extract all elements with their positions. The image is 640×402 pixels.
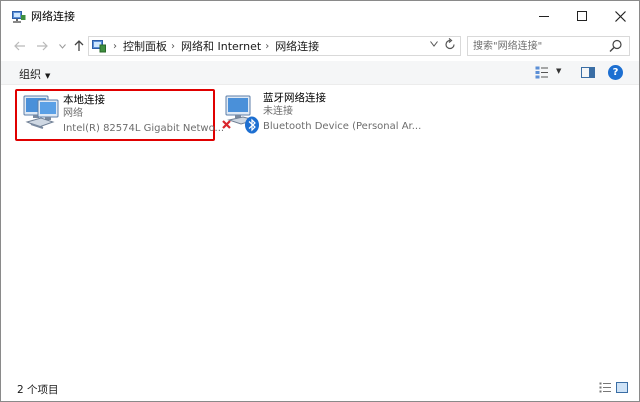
caret-down-icon: ▼ (45, 72, 51, 80)
breadcrumb-separator-icon[interactable]: › (113, 41, 117, 52)
connection-name: 本地连接 (63, 94, 105, 106)
refresh-button[interactable] (444, 38, 456, 54)
large-icons-view-button[interactable] (616, 382, 628, 393)
bluetooth-adapter-icon (221, 92, 265, 134)
view-dropdown-icon[interactable]: ▼ (556, 67, 561, 75)
details-view-button[interactable] (599, 382, 611, 393)
address-bar[interactable]: › 控制面板 › 网络和 Internet › 网络连接 (88, 36, 461, 56)
preview-pane-button[interactable] (581, 67, 595, 78)
organize-label: 组织 (19, 68, 41, 81)
control-panel-icon (92, 39, 106, 53)
connection-details: 蓝牙网络连接 未连接 Bluetooth Device (Personal Ar… (263, 91, 423, 134)
forward-button[interactable] (34, 37, 50, 55)
maximize-button[interactable] (563, 1, 601, 31)
connection-status: 网络 (63, 108, 83, 119)
window-title: 网络连接 (31, 10, 75, 23)
connection-item-bluetooth[interactable]: 蓝牙网络连接 未连接 Bluetooth Device (Personal Ar… (217, 89, 427, 141)
connection-name: 蓝牙网络连接 (263, 92, 326, 104)
search-input[interactable] (473, 38, 603, 54)
up-button[interactable] (71, 37, 87, 55)
recent-locations-button[interactable] (54, 37, 70, 55)
details-view-icon (599, 382, 611, 393)
address-dropdown-button[interactable] (430, 40, 438, 50)
back-button[interactable] (12, 37, 28, 55)
command-bar: 组织 ▼ ▼ ? (1, 61, 639, 85)
connection-item-local[interactable]: 本地连接 网络 Intel(R) 82574L Gigabit Netwo... (15, 89, 223, 141)
minimize-button[interactable] (525, 1, 563, 31)
chevron-down-icon (58, 43, 66, 49)
breadcrumb-separator-icon[interactable]: › (171, 41, 175, 52)
breadcrumb-item-network-connections[interactable]: 网络连接 (275, 38, 319, 54)
maximize-icon (577, 11, 587, 21)
connection-device: Intel(R) 82574L Gigabit Netwo... (63, 123, 223, 134)
breadcrumb-item-control-panel[interactable]: 控制面板 (123, 38, 167, 54)
status-bar: 2 个项目 (1, 376, 639, 401)
minimize-icon (539, 15, 549, 17)
view-options-icon (535, 66, 548, 79)
connection-device: Bluetooth Device (Personal Ar... (263, 121, 422, 132)
search-box[interactable] (467, 36, 630, 56)
change-view-button[interactable] (535, 66, 549, 79)
network-connections-icon (12, 11, 26, 24)
help-icon[interactable]: ? (608, 65, 623, 80)
arrow-left-icon (14, 41, 25, 51)
search-icon[interactable] (609, 39, 625, 53)
arrow-up-icon (74, 40, 84, 51)
breadcrumb-item-network-internet[interactable]: 网络和 Internet (181, 38, 261, 54)
chevron-down-icon (430, 41, 438, 47)
ethernet-adapter-icon (21, 94, 65, 136)
explorer-window: 网络连接 › 控制面板 › 网络和 Internet › 网络连接 搜索"网络连… (0, 0, 640, 402)
connection-status: 未连接 (263, 106, 293, 117)
connection-details: 本地连接 网络 Intel(R) 82574L Gigabit Netwo... (63, 93, 223, 136)
item-count: 2 个项目 (17, 384, 59, 396)
breadcrumb-separator-icon[interactable]: › (265, 41, 269, 52)
refresh-icon (445, 38, 455, 50)
title-bar: 网络连接 (1, 1, 639, 31)
close-icon (614, 10, 626, 22)
arrow-right-icon (37, 41, 48, 51)
close-button[interactable] (601, 1, 639, 31)
connections-list: 本地连接 网络 Intel(R) 82574L Gigabit Netwo...… (1, 86, 639, 376)
breadcrumb: › 控制面板 › 网络和 Internet › 网络连接 (109, 37, 319, 55)
organize-button[interactable]: 组织 ▼ (19, 66, 50, 82)
navigation-bar: › 控制面板 › 网络和 Internet › 网络连接 (1, 31, 639, 61)
